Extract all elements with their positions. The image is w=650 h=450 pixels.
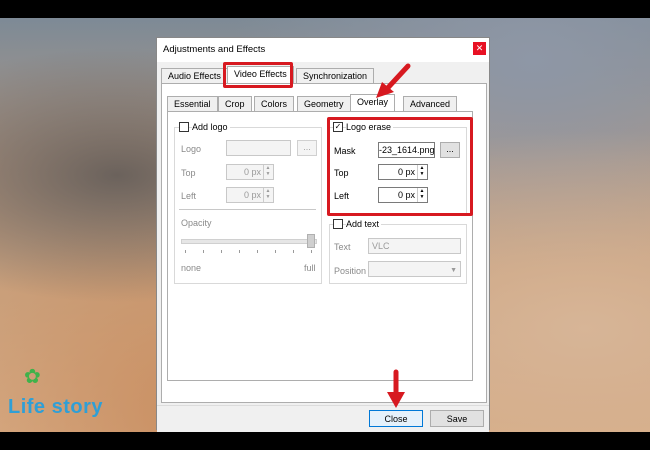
close-icon[interactable]: ✕ [473,42,486,55]
opacity-max-label: full [304,263,316,273]
chevron-down-icon: ▼ [450,267,457,274]
logo-label: Logo [181,144,202,154]
spin-arrows-icon[interactable]: ▲ ▼ [263,188,272,202]
position-select[interactable]: ▼ [368,261,461,277]
slider-tick [203,250,204,253]
tab-audio-effects[interactable]: Audio Effects [161,68,228,83]
title-bar: Adjustments and Effects ✕ [157,38,489,62]
opacity-slider[interactable] [181,239,317,244]
add-text-label: Add text [346,219,382,229]
logo-left-spinbox[interactable]: 0 px ▲ ▼ [226,187,274,203]
position-label: Position [334,266,367,276]
watermark-text: Life story [8,396,104,418]
text-field[interactable]: VLC [368,238,461,254]
arrow-to-close-icon [387,369,405,408]
slider-tick [311,250,312,253]
tab-colors[interactable]: Colors [254,96,295,111]
highlight-logo-erase [327,117,473,216]
logo-top-label: Top [181,168,196,178]
add-text-checkbox[interactable] [333,219,343,229]
logo-path-field[interactable] [226,140,291,156]
opacity-slider-thumb[interactable] [307,234,315,248]
text-label: Text [334,242,351,252]
tab-essential[interactable]: Essential [167,96,218,111]
add-logo-checkbox[interactable] [179,122,189,132]
close-button[interactable]: Close [369,410,423,427]
slider-tick [239,250,240,253]
spin-arrows-icon[interactable]: ▲ ▼ [263,165,272,179]
slider-tick [221,250,222,253]
adjustments-dialog: Adjustments and Effects ✕ Audio Effects … [156,37,490,432]
leaf-icon: ✿ [24,366,41,388]
slider-tick [275,250,276,253]
highlight-video-effects [223,62,293,88]
logo-top-spinbox[interactable]: 0 px ▲ ▼ [226,164,274,180]
slider-tick [257,250,258,253]
tab-crop[interactable]: Crop [218,96,252,111]
save-button[interactable]: Save [430,410,484,427]
opacity-min-label: none [181,263,202,273]
dialog-title: Adjustments and Effects [163,44,266,55]
add-logo-label: Add logo [192,122,230,132]
slider-tick [293,250,294,253]
divider [179,209,316,210]
tab-geometry[interactable]: Geometry [297,96,351,111]
logo-left-label: Left [181,191,197,201]
slider-tick [185,250,186,253]
opacity-label: Opacity [181,218,212,228]
arrow-to-overlay-icon [376,63,411,98]
tab-synchronization[interactable]: Synchronization [296,68,375,83]
life-story-watermark: ✿ Life story [6,364,106,426]
logo-browse-button[interactable]: ... [297,140,317,156]
